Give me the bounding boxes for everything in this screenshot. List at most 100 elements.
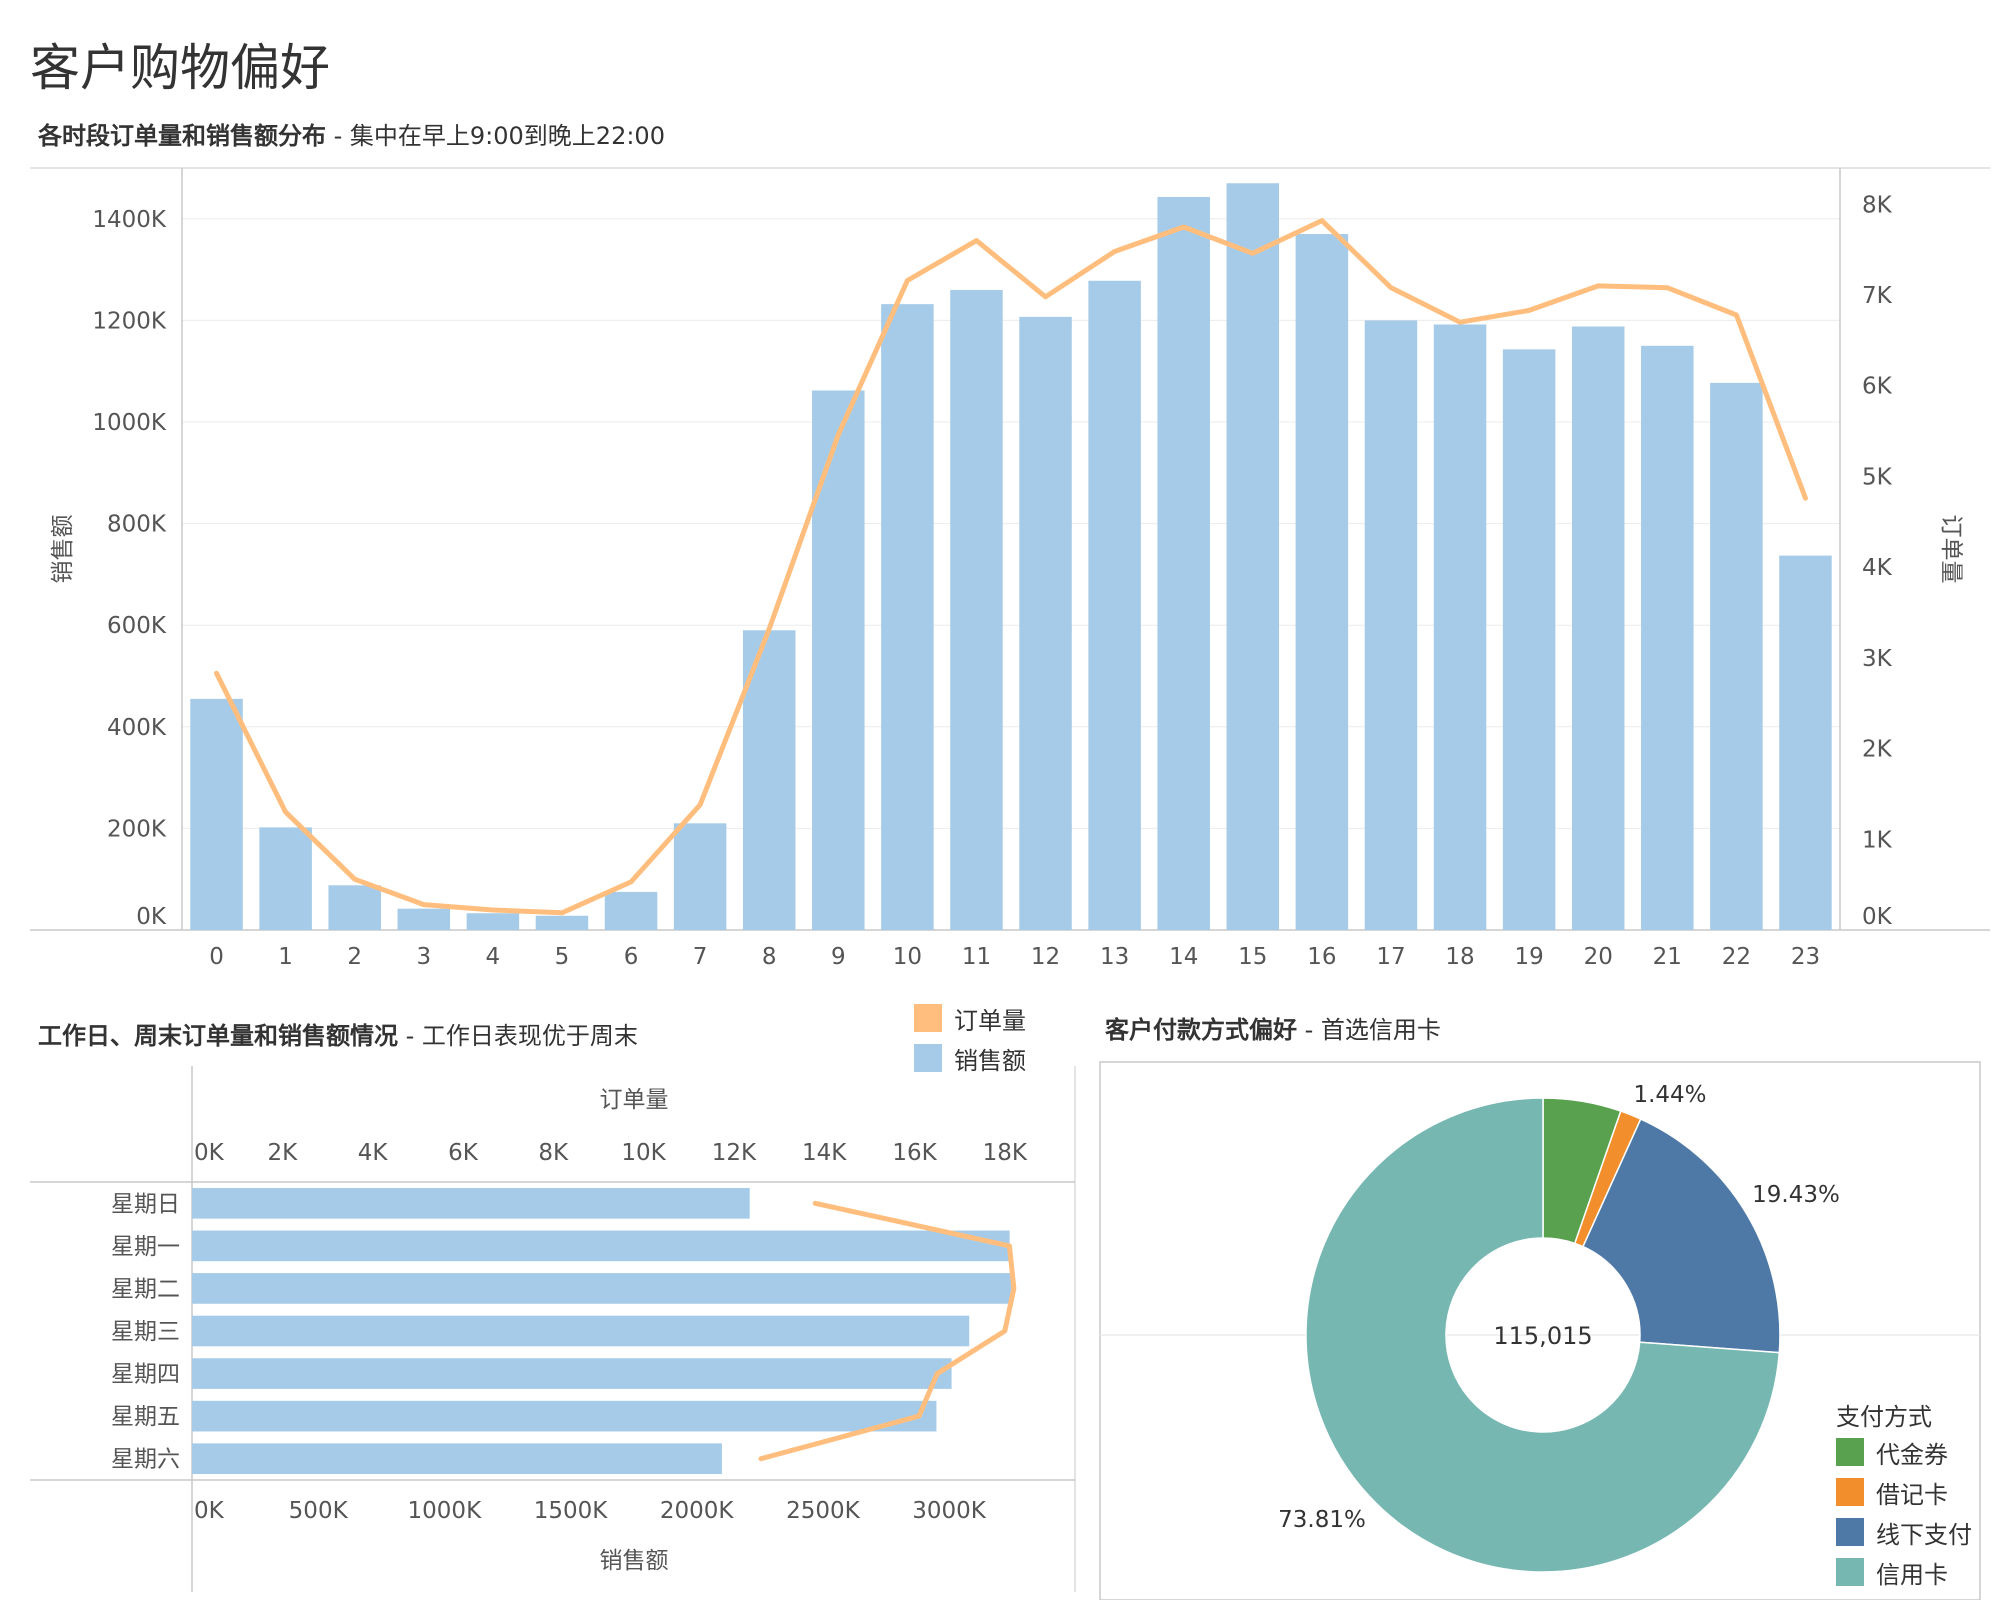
hourly-sales-bar <box>812 390 865 930</box>
hourly-y2-tick-label: 4K <box>1862 555 1893 581</box>
weekday-x2-tick-label: 12K <box>712 1140 757 1166</box>
hourly-y-tick-label: 1400K <box>92 207 167 233</box>
weekday-x2-tick-label: 8K <box>538 1140 569 1166</box>
payment-slice-label: 1.44% <box>1633 1082 1706 1108</box>
weekday-sales-bar <box>192 1358 952 1389</box>
hourly-sales-bar <box>259 827 312 930</box>
hourly-y2-tick-label: 0K <box>1862 904 1893 930</box>
weekday-category-label: 星期六 <box>111 1447 180 1473</box>
weekday-category-label: 星期二 <box>111 1276 180 1302</box>
hourly-x-tick-label: 7 <box>693 944 708 970</box>
hourly-sales-bar <box>1641 345 1694 930</box>
hourly-y2-tick-label: 5K <box>1862 464 1893 490</box>
hourly-x-tick-label: 22 <box>1722 944 1751 970</box>
weekday-x2-axis-title: 订单量 <box>600 1087 669 1113</box>
hourly-sales-bar <box>397 908 451 930</box>
hourly-y2-tick-label: 6K <box>1862 374 1893 400</box>
weekday-x-axis-title: 销售额 <box>600 1548 669 1574</box>
weekday-x-tick-label: 1500K <box>534 1498 609 1524</box>
weekday-category-label: 星期三 <box>111 1319 180 1345</box>
hourly-sales-bar <box>1364 320 1418 930</box>
hourly-orders-line <box>214 218 1808 916</box>
weekday-x-tick-label: 3000K <box>912 1498 987 1524</box>
hourly-y-tick-label: 600K <box>107 613 167 639</box>
weekday-x2-tick-label: 18K <box>983 1140 1028 1166</box>
hourly-y-axis-title: 销售额 <box>50 515 76 584</box>
hourly-sales-bar <box>950 289 1003 930</box>
hourly-x-tick-label: 5 <box>555 944 570 970</box>
hourly-x-tick-label: 8 <box>762 944 777 970</box>
hourly-x-tick-label: 2 <box>347 944 362 970</box>
hourly-y2-tick-label: 7K <box>1862 283 1893 309</box>
hourly-sales-bar <box>881 304 934 930</box>
hourly-sales-bar <box>1710 382 1763 930</box>
weekday-sales-bar <box>192 1400 937 1432</box>
hourly-sales-bar <box>1433 324 1487 930</box>
weekday-x2-tick-label: 4K <box>358 1140 389 1166</box>
hourly-y-tick-label: 0K <box>136 904 167 930</box>
hourly-y2-axis-title: 订单量 <box>1938 515 1964 584</box>
weekday-x-tick-label: 2000K <box>660 1498 735 1524</box>
hourly-sales-bar <box>1019 316 1072 930</box>
hourly-sales-bar <box>535 915 589 930</box>
weekday-sales-bar <box>192 1443 722 1475</box>
hourly-sales-bar <box>1571 326 1625 931</box>
hourly-x-tick-label: 15 <box>1238 944 1267 970</box>
payment-slice-label: 73.81% <box>1278 1507 1366 1533</box>
weekday-sales-bar <box>192 1187 750 1219</box>
hourly-sales-bar <box>673 823 727 930</box>
hourly-y-tick-label: 200K <box>107 816 167 842</box>
hourly-x-tick-label: 17 <box>1376 944 1405 970</box>
hourly-x-tick-label: 20 <box>1584 944 1613 970</box>
hourly-x-tick-label: 9 <box>831 944 846 970</box>
hourly-x-tick-label: 13 <box>1100 944 1129 970</box>
hourly-x-tick-label: 3 <box>416 944 431 970</box>
weekday-sales-bar <box>192 1273 1013 1304</box>
hourly-x-tick-label: 0 <box>209 944 224 970</box>
hourly-sales-bar <box>1226 183 1280 931</box>
weekday-x-tick-label: 500K <box>289 1498 349 1524</box>
weekday-x2-tick-label: 0K <box>194 1140 225 1166</box>
hourly-y-tick-label: 1000K <box>92 410 167 436</box>
hourly-x-tick-label: 19 <box>1514 944 1543 970</box>
weekday-sales-bar <box>192 1230 1010 1262</box>
weekday-x-tick-label: 1000K <box>408 1498 483 1524</box>
hourly-x-tick-label: 11 <box>962 944 991 970</box>
hourly-sales-bar <box>604 891 658 930</box>
hourly-y-tick-label: 1200K <box>92 308 167 334</box>
weekday-x-tick-label: 2500K <box>786 1498 861 1524</box>
hourly-y2-tick-label: 3K <box>1862 646 1893 672</box>
weekday-category-label: 星期五 <box>111 1404 180 1430</box>
hourly-x-tick-label: 21 <box>1653 944 1682 970</box>
hourly-sales-bar <box>1295 234 1349 931</box>
hourly-y-tick-label: 800K <box>107 512 167 538</box>
hourly-x-tick-label: 16 <box>1307 944 1336 970</box>
weekday-sales-bar <box>192 1315 970 1347</box>
hourly-y2-tick-label: 8K <box>1862 192 1893 218</box>
hourly-x-tick-label: 1 <box>278 944 293 970</box>
hourly-sales-bar <box>1088 280 1141 930</box>
hourly-sales-bar <box>1157 196 1210 930</box>
hourly-x-tick-label: 23 <box>1791 944 1820 970</box>
hourly-sales-bar <box>466 913 520 930</box>
weekday-x2-tick-label: 16K <box>892 1140 937 1166</box>
hourly-sales-bar <box>1502 349 1556 931</box>
payment-slice-label: 19.43% <box>1752 1182 1840 1208</box>
hourly-x-tick-label: 10 <box>893 944 922 970</box>
hourly-x-tick-label: 18 <box>1445 944 1474 970</box>
weekday-category-label: 星期四 <box>111 1362 180 1388</box>
hourly-x-tick-label: 12 <box>1031 944 1060 970</box>
payment-center-total: 115,015 <box>1493 1322 1592 1350</box>
hourly-x-tick-label: 6 <box>624 944 639 970</box>
hourly-sales-bar <box>190 698 243 930</box>
weekday-x-tick-label: 0K <box>194 1498 225 1524</box>
hourly-x-tick-label: 14 <box>1169 944 1198 970</box>
weekday-x2-tick-label: 2K <box>267 1140 298 1166</box>
weekday-category-label: 星期日 <box>111 1191 180 1217</box>
weekday-x2-tick-label: 6K <box>448 1140 479 1166</box>
hourly-y-tick-label: 400K <box>107 715 167 741</box>
hourly-sales-bar <box>1779 555 1832 930</box>
dashboard-charts: 0K200K400K600K800K1000K1200K1400K0K1K2K3… <box>30 167 1990 1600</box>
hourly-y2-tick-label: 1K <box>1862 827 1893 853</box>
hourly-y2-tick-label: 2K <box>1862 737 1893 763</box>
